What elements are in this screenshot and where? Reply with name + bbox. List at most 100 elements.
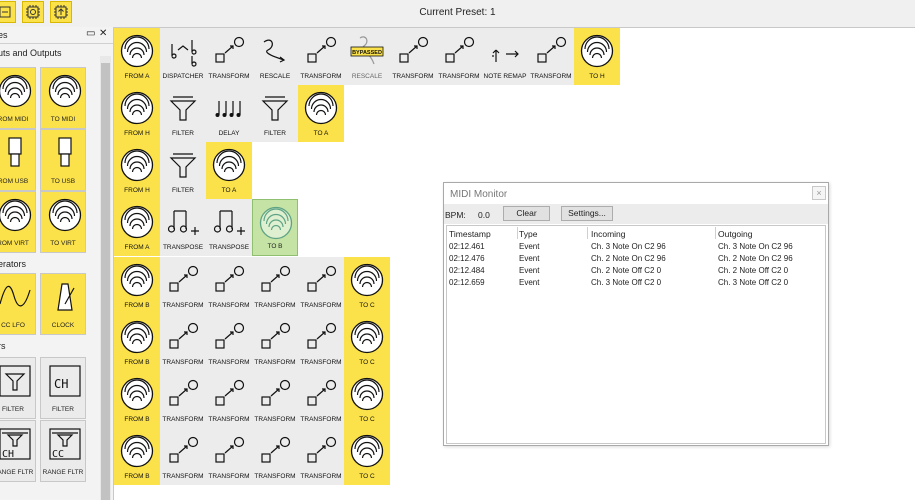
- module-tile[interactable]: TRANSFORM: [390, 28, 436, 85]
- module-tile[interactable]: FROM A: [114, 199, 160, 256]
- module-tile[interactable]: TRANSPOSE: [160, 199, 206, 256]
- palette-item[interactable]: ROM VIRT: [0, 191, 36, 253]
- module-tile[interactable]: FILTER: [160, 142, 206, 199]
- port-icon: [120, 148, 154, 182]
- module-tile[interactable]: FROM H: [114, 142, 160, 199]
- module-tile[interactable]: TRANSFORM: [206, 28, 252, 85]
- palette-item[interactable]: CC LFO: [0, 273, 36, 335]
- module-tile[interactable]: TRANSFORM: [160, 428, 206, 485]
- table-cell: Event: [519, 242, 540, 251]
- palette-header: es ▭ ✕: [0, 27, 113, 44]
- module-tile[interactable]: FILTER: [252, 85, 298, 142]
- module-tile[interactable]: TO C: [344, 428, 390, 485]
- section-filters: rs: [0, 341, 6, 351]
- module-tile[interactable]: FROM B: [114, 371, 160, 428]
- module-tile[interactable]: TRANSFORM: [298, 28, 344, 85]
- palette-item[interactable]: FILTER: [0, 357, 36, 419]
- clear-button[interactable]: Clear: [503, 206, 550, 221]
- module-tile[interactable]: TO A: [298, 85, 344, 142]
- lfo-icon: [0, 285, 31, 307]
- palette-item[interactable]: CH RANGE FLTR: [0, 420, 36, 482]
- module-tile[interactable]: FROM A: [114, 28, 160, 85]
- transform-icon: [261, 436, 291, 463]
- palette-item[interactable]: CLOCK: [40, 273, 86, 335]
- module-tile[interactable]: BYPASSED RESCALE: [344, 28, 390, 85]
- column-header-incoming[interactable]: Incoming: [591, 229, 626, 239]
- port-icon: [48, 74, 82, 108]
- column-header-outgoing[interactable]: Outgoing: [718, 229, 753, 239]
- module-label: TRANSFORM: [162, 302, 204, 309]
- module-tile[interactable]: FILTER: [160, 85, 206, 142]
- close-icon[interactable]: ✕: [99, 29, 107, 39]
- table-cell: 02:12.476: [449, 254, 485, 263]
- module-tile[interactable]: TRANSFORM: [298, 371, 344, 428]
- column-header-type[interactable]: Type: [519, 229, 537, 239]
- module-tile[interactable]: TRANSPOSE: [206, 199, 252, 256]
- module-tile[interactable]: TRANSFORM: [160, 257, 206, 314]
- module-label: FROM H: [124, 187, 150, 194]
- module-tile[interactable]: TO C: [344, 257, 390, 314]
- close-button[interactable]: ×: [812, 186, 826, 200]
- module-tile[interactable]: TRANSFORM: [252, 257, 298, 314]
- table-cell: Ch. 3 Note Off C2 0: [591, 278, 662, 287]
- module-label: TRANSFORM: [208, 73, 250, 80]
- settings-button[interactable]: Settings...: [561, 206, 613, 221]
- module-tile[interactable]: TRANSFORM: [206, 371, 252, 428]
- module-tile[interactable]: TRANSFORM: [160, 371, 206, 428]
- float-icon[interactable]: ▭: [86, 29, 95, 39]
- palette-item[interactable]: TO MIDI: [40, 67, 86, 129]
- palette-item-label: TO MIDI: [50, 116, 76, 123]
- module-label: TRANSFORM: [162, 473, 204, 480]
- module-tile[interactable]: TRANSFORM: [160, 314, 206, 371]
- palette-item[interactable]: CH FILTER: [40, 357, 86, 419]
- module-label: TRANSFORM: [162, 416, 204, 423]
- palette-title: es: [0, 30, 8, 40]
- module-tile[interactable]: DELAY: [206, 85, 252, 142]
- palette-item-label: RANGE FLTR: [0, 469, 34, 476]
- module-tile[interactable]: TO A: [206, 142, 252, 199]
- module-tile[interactable]: TO C: [344, 314, 390, 371]
- module-tile[interactable]: RESCALE: [252, 28, 298, 85]
- module-tile[interactable]: TRANSFORM: [252, 314, 298, 371]
- port-icon: [120, 34, 154, 68]
- transform-icon: [215, 379, 245, 406]
- column-header-timestamp[interactable]: Timestamp: [449, 229, 491, 239]
- module-tile[interactable]: TRANSFORM: [528, 28, 574, 85]
- module-tile[interactable]: TRANSFORM: [252, 428, 298, 485]
- palette-scroll-thumb[interactable]: [101, 63, 110, 500]
- module-tile[interactable]: NOTE REMAP: [482, 28, 528, 85]
- palette-item[interactable]: CC RANGE FLTR: [40, 420, 86, 482]
- module-tile[interactable]: TRANSFORM: [298, 428, 344, 485]
- module-tile[interactable]: TRANSFORM: [206, 428, 252, 485]
- module-tile[interactable]: TRANSFORM: [206, 257, 252, 314]
- module-tile[interactable]: TRANSFORM: [252, 371, 298, 428]
- module-tile[interactable]: TRANSFORM: [298, 257, 344, 314]
- palette-item-label: CC LFO: [1, 322, 25, 329]
- port-icon: [350, 434, 384, 468]
- palette-item-label: ROM MIDI: [0, 116, 29, 123]
- module-tile[interactable]: TRANSFORM: [436, 28, 482, 85]
- module-tile[interactable]: TO H: [574, 28, 620, 85]
- module-label: TO C: [359, 359, 375, 366]
- palette-item[interactable]: TO VIRT: [40, 191, 86, 253]
- palette-item[interactable]: ROM MIDI: [0, 67, 36, 129]
- filter-icon: [0, 365, 31, 397]
- module-tile[interactable]: TRANSFORM: [298, 314, 344, 371]
- module-tile[interactable]: FROM H: [114, 85, 160, 142]
- metronome-icon: [57, 283, 75, 311]
- port-icon: [120, 434, 154, 468]
- palette-item[interactable]: ROM USB: [0, 129, 36, 191]
- table-cell: Ch. 2 Note Off C2 0: [718, 266, 789, 275]
- palette-item[interactable]: TO USB: [40, 129, 86, 191]
- module-tile[interactable]: TRANSFORM: [206, 314, 252, 371]
- port-icon: [0, 74, 32, 108]
- module-tile[interactable]: TO B: [252, 199, 298, 256]
- module-tile[interactable]: FROM B: [114, 257, 160, 314]
- module-tile[interactable]: FROM B: [114, 428, 160, 485]
- dispatcher-icon: [171, 40, 197, 67]
- module-tile[interactable]: FROM B: [114, 314, 160, 371]
- module-tile[interactable]: TO C: [344, 371, 390, 428]
- module-label: TRANSFORM: [392, 73, 434, 80]
- table-cell: Ch. 3 Note On C2 96: [718, 242, 793, 251]
- module-tile[interactable]: DISPATCHER: [160, 28, 206, 85]
